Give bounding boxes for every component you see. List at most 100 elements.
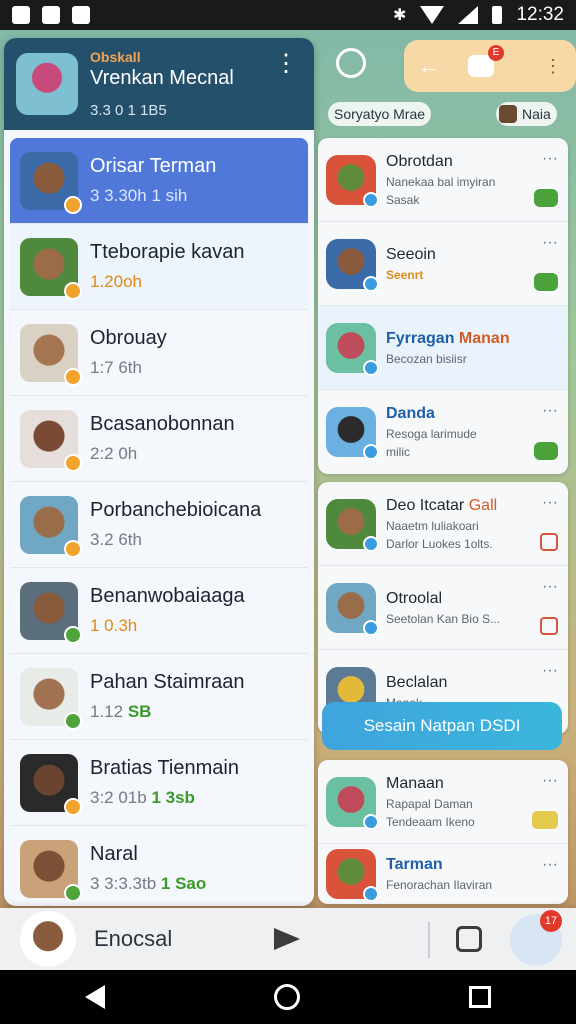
flag-icon[interactable] — [540, 617, 558, 635]
avatar — [20, 323, 82, 386]
contact-group: Manaan Rapapal Daman Tendeaam Ikeno ··· Ta… — [318, 760, 568, 904]
verified-icon — [363, 813, 379, 830]
contact-name-text: Fyrragan — [386, 329, 455, 347]
flag-icon[interactable] — [540, 533, 558, 551]
contact-list: Obrotdan Nanekaa bal imyiran Sasak ··· See… — [318, 138, 568, 742]
nav-recents-icon[interactable] — [469, 986, 492, 1008]
contact-name: Fyrragan Manan — [386, 330, 560, 348]
contact-line: Rapapal Daman — [386, 796, 473, 811]
fab-count: 17 — [540, 910, 562, 932]
contact-item[interactable]: Obrotdan Nanekaa bal imyiran Sasak ··· — [318, 138, 568, 222]
contact-name: Beclalan — [386, 674, 448, 691]
check-icon[interactable] — [534, 273, 558, 291]
avatar[interactable] — [20, 911, 76, 967]
user-chip[interactable]: Naia — [496, 102, 557, 126]
chat-item[interactable]: Obrouay 1:7 6th — [10, 310, 308, 396]
avatar — [326, 582, 379, 636]
chat-item[interactable]: Orisar Terman 3 3.30h 1 sih — [10, 138, 308, 224]
contact-group: Deo Itcatar Gall Naaetm luliakoari Darlor … — [318, 482, 568, 734]
status-badge-icon — [64, 367, 82, 386]
send-icon[interactable] — [274, 928, 300, 950]
chat-bubble-icon[interactable]: E — [468, 45, 504, 77]
check-icon[interactable] — [534, 442, 558, 460]
more-vert-icon[interactable]: ⋮ — [544, 56, 562, 77]
clock: 12:32 — [516, 4, 564, 25]
profile-header[interactable]: Obskall Vrenkan Mecnal 3.3 0 1 1B5 ⋮ — [4, 38, 314, 130]
verified-icon — [363, 275, 379, 292]
status-badge-icon — [64, 711, 82, 730]
chat-item[interactable]: Benanwobaiaaga 1 0.3h — [10, 568, 308, 654]
chat-tag: 1 Sao — [160, 874, 207, 893]
profile-name: Vrenkan Mecnal — [90, 67, 234, 89]
profile-avatar[interactable] — [16, 53, 78, 115]
chat-item[interactable]: Naral 3 3:3.3tb 1 Sao — [10, 826, 308, 906]
chat-name: Tteborapie kavan — [90, 241, 245, 263]
avatar — [326, 849, 379, 902]
user-chip-label: Naia — [522, 106, 551, 122]
chat-item[interactable]: Bcasanobonnan 2:2 0h — [10, 396, 308, 482]
action-pill: ← E ⋮ — [404, 40, 576, 92]
more-vert-icon[interactable]: ⋮ — [274, 52, 298, 76]
contact-name: Seeoin — [386, 245, 436, 263]
more-horiz-icon[interactable]: ··· — [542, 494, 558, 512]
contact-item[interactable]: Tarman Fenorachan Ilaviran ··· — [318, 844, 568, 904]
more-horiz-icon[interactable]: ··· — [542, 662, 558, 680]
status-badge-icon — [64, 797, 82, 816]
more-horiz-icon[interactable]: ··· — [542, 772, 558, 790]
status-badge-icon — [64, 453, 82, 472]
sync-icon — [72, 6, 90, 24]
contact-item[interactable]: Otroolal Seetolan Kan Bio S... ··· — [318, 566, 568, 650]
contact-item[interactable]: Manaan Rapapal Daman Tendeaam Ikeno ··· — [318, 760, 568, 844]
chat-item[interactable]: Tteborapie kavan 1.20oh — [10, 224, 308, 310]
image-icon — [42, 6, 60, 24]
chat-tag: 1 3sb — [151, 788, 195, 807]
primary-action-button[interactable]: Sesain Natpan DSDI — [322, 702, 562, 750]
chat-item[interactable]: Porbanchebioicana 3.2 6th — [10, 482, 308, 568]
contact-name: Manaan — [386, 774, 444, 792]
profile-subtitle: Obskall — [90, 49, 141, 65]
chat-time: 1 0.3h — [90, 616, 138, 635]
avatar — [20, 581, 82, 644]
chat-name: Naral — [90, 843, 138, 865]
chat-tag: SB — [127, 702, 152, 721]
more-horiz-icon[interactable]: ··· — [542, 150, 558, 168]
search-chip[interactable]: Soryatyo Mrae — [328, 102, 432, 126]
chat-item[interactable]: Pahan Staimraan 1.12 SB — [10, 654, 308, 740]
chat-time: 2:2 0h — [90, 444, 138, 463]
chat-time: 3 3.30h 1 sih — [90, 186, 188, 205]
contact-item[interactable]: Fyrragan Manan Becozan bisiisr — [318, 306, 568, 390]
contact-item[interactable]: Seeoin Seenrt ··· — [318, 222, 568, 306]
composer-label[interactable]: Enocsal — [94, 926, 172, 952]
status-badge-icon — [64, 539, 82, 558]
contact-name: Danda — [386, 405, 435, 422]
contact-item[interactable]: Danda Resoga larimude milic ··· — [318, 390, 568, 474]
contact-name: Tarman — [386, 856, 443, 873]
verified-icon — [363, 444, 379, 460]
status-badge-icon — [64, 281, 82, 300]
label-icon[interactable] — [532, 811, 558, 829]
avatar — [20, 409, 82, 472]
nav-home-icon[interactable] — [273, 984, 300, 1010]
status-badge-icon — [64, 625, 82, 644]
check-icon[interactable] — [534, 189, 558, 207]
chat-time: 3 3:3.3tb — [90, 874, 157, 893]
contact-name-accent: Manan — [458, 329, 510, 347]
avatar — [326, 322, 379, 376]
avatar — [326, 154, 379, 208]
contact-item[interactable]: Deo Itcatar Gall Naaetm luliakoari Darlor … — [318, 482, 568, 566]
more-horiz-icon[interactable]: ··· — [542, 402, 558, 420]
contact-name: Obrotdan — [386, 152, 453, 170]
chat-item[interactable]: Bratias Tienmain 3:2 01b 1 3sb — [10, 740, 308, 826]
more-horiz-icon[interactable]: ··· — [542, 856, 558, 874]
more-horiz-icon[interactable]: ··· — [542, 578, 558, 596]
chat-fab-icon[interactable]: 17 — [510, 910, 562, 966]
signal-icon — [458, 6, 479, 24]
search-icon[interactable] — [336, 48, 366, 78]
back-arrow-icon[interactable]: ← — [418, 53, 440, 79]
nav-back-icon[interactable] — [84, 985, 105, 1009]
verified-icon — [363, 359, 379, 376]
contact-name: Deo Itcatar Gall — [386, 497, 560, 515]
top-actions: ← E ⋮ — [326, 40, 576, 92]
attachment-icon[interactable] — [456, 926, 482, 952]
more-horiz-icon[interactable]: ··· — [542, 234, 558, 252]
